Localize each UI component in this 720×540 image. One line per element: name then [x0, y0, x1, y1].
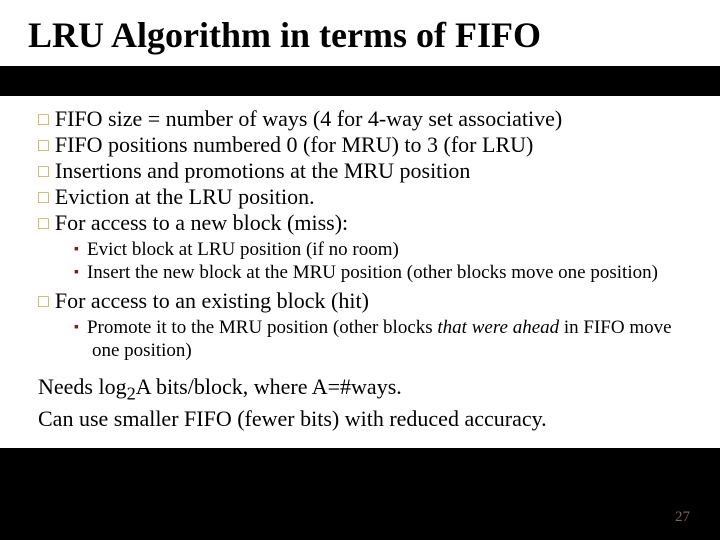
bullet-item: FIFO positions numbered 0 (for MRU) to 3…: [38, 132, 692, 158]
bullet-item: For access to an existing block (hit): [38, 288, 692, 314]
sub-item: Promote it to the MRU position (other bl…: [74, 316, 692, 362]
footer-text: A bits/block, where A=#ways.: [136, 374, 402, 399]
bullet-list: For access to an existing block (hit): [38, 288, 692, 314]
bullet-item: FIFO size = number of ways (4 for 4-way …: [38, 106, 692, 132]
bullet-item: Insertions and promotions at the MRU pos…: [38, 158, 692, 184]
subscript: 2: [127, 384, 136, 404]
sub-item-text: Promote it to the MRU position (other bl…: [87, 317, 437, 338]
slide: LRU Algorithm in terms of FIFO FIFO size…: [0, 0, 720, 540]
sub-list-miss: Evict block at LRU position (if no room)…: [38, 238, 692, 284]
footer-text: Can use smaller FIFO (fewer bits) with r…: [38, 406, 547, 431]
bullet-item: Eviction at the LRU position.: [38, 184, 692, 210]
bullet-item: For access to a new block (miss):: [38, 210, 692, 236]
bullet-list: FIFO size = number of ways (4 for 4-way …: [38, 106, 692, 236]
title-band: LRU Algorithm in terms of FIFO: [0, 0, 720, 66]
footer-text: Needs log: [38, 374, 127, 399]
sub-item: Evict block at LRU position (if no room): [74, 238, 692, 261]
slide-title: LRU Algorithm in terms of FIFO: [28, 14, 692, 56]
sub-list-hit: Promote it to the MRU position (other bl…: [38, 316, 692, 362]
body-area: FIFO size = number of ways (4 for 4-way …: [0, 96, 720, 448]
italic-text: that were ahead: [437, 317, 559, 338]
sub-item: Insert the new block at the MRU position…: [74, 261, 692, 284]
page-number: 27: [675, 509, 690, 526]
footer-note: Needs log2A bits/block, where A=#ways. Ca…: [38, 374, 692, 432]
